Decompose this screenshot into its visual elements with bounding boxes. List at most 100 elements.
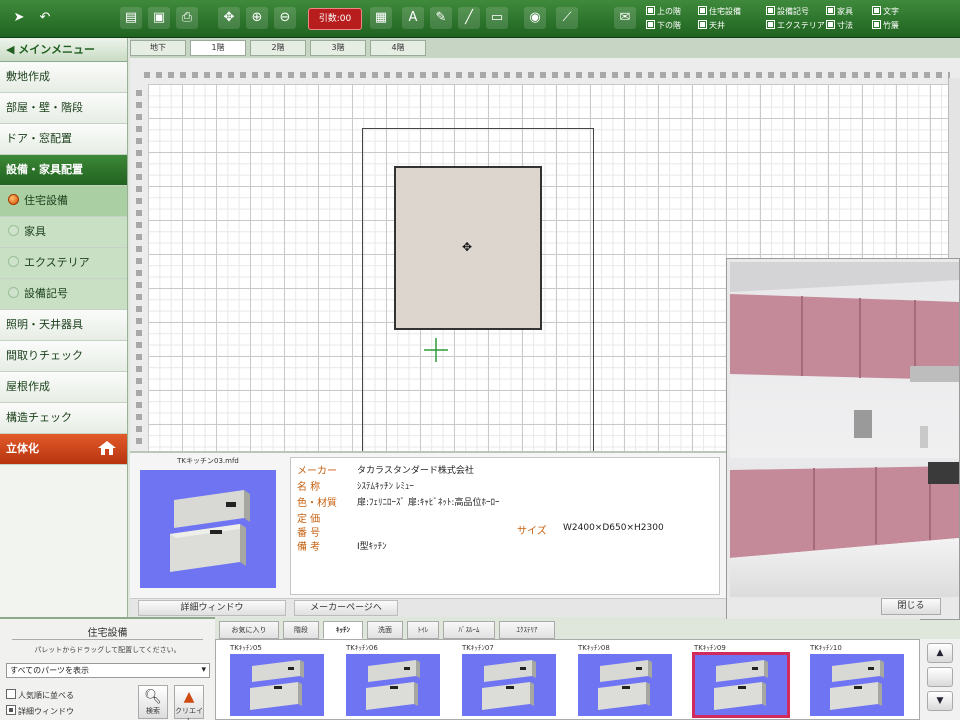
sidebar-item-label: ドア・窓配置 bbox=[6, 132, 72, 145]
tab-floor-2[interactable]: 2階 bbox=[250, 40, 306, 56]
create-label: クリエイト bbox=[175, 707, 203, 720]
part-label: TKｷｯﾁﾝ09 bbox=[694, 644, 726, 652]
part-item[interactable]: TKｷｯﾁﾝ07 bbox=[448, 642, 558, 720]
sidebar-item-label: 設備記号 bbox=[24, 287, 68, 300]
part-label: TKｷｯﾁﾝ07 bbox=[462, 644, 494, 652]
category-tabs: お気に入り 階段 ｷｯﾁﾝ 洗面 ﾄｲﾚ ﾊﾞｽﾙｰﾑ ｴｸｽﾃﾘｱ bbox=[215, 619, 920, 639]
tab-exterior[interactable]: ｴｸｽﾃﾘｱ bbox=[499, 621, 555, 639]
tab-floor-1[interactable]: 1階 bbox=[190, 40, 246, 56]
color-label: 色・材質 bbox=[297, 498, 337, 509]
line-icon[interactable]: ╱ bbox=[458, 7, 480, 29]
sidebar-item-exterior[interactable]: エクステリア bbox=[0, 248, 127, 279]
close-3d-button[interactable]: 閉じる bbox=[881, 598, 941, 615]
radio-off-icon bbox=[8, 287, 19, 298]
tab-toilet[interactable]: ﾄｲﾚ bbox=[407, 621, 439, 639]
sidebar-item-symbols[interactable]: 設備記号 bbox=[0, 279, 127, 310]
pointer-icon[interactable]: ➤ bbox=[8, 7, 30, 29]
compass-icon[interactable]: ◉ bbox=[524, 7, 546, 29]
sidebar-item-equipment[interactable]: 設備・家具配置 bbox=[0, 155, 127, 186]
sidebar-item-roof[interactable]: 屋根作成 bbox=[0, 372, 127, 403]
sidebar-item-label: 間取りチェック bbox=[6, 349, 83, 362]
remarks-value: I型ｷｯﾁﾝ bbox=[357, 542, 387, 552]
sidebar-item-furniture[interactable]: 家具 bbox=[0, 217, 127, 248]
checkbox-exterior[interactable]: エクステリア bbox=[766, 20, 825, 31]
sidebar-item-doors[interactable]: ドア・窓配置 bbox=[0, 124, 127, 155]
tab-stairs[interactable]: 階段 bbox=[283, 621, 319, 639]
part-image bbox=[462, 654, 556, 716]
checkbox-upper-floor[interactable]: 上の階 bbox=[646, 6, 681, 17]
size-value: W2400×D650×H2300 bbox=[563, 523, 664, 533]
popular-order-checkbox[interactable]: 人気順に並べる bbox=[6, 689, 74, 701]
part-image bbox=[346, 654, 440, 716]
sidebar-item-site[interactable]: 敷地作成 bbox=[0, 62, 127, 93]
red-toolbar-button[interactable]: 引数:00 bbox=[308, 8, 362, 30]
rotate-view-icon[interactable]: ✥ bbox=[218, 7, 240, 29]
text-icon[interactable]: A bbox=[402, 7, 424, 29]
sidebar-item-lighting[interactable]: 照明・天井器具 bbox=[0, 310, 127, 341]
layer-icon[interactable]: ▦ bbox=[370, 7, 392, 29]
tab-floor-3[interactable]: 3階 bbox=[310, 40, 366, 56]
detail-window-button[interactable]: 詳細ウィンドウ bbox=[138, 600, 286, 616]
search-button[interactable]: 🔍︎ 検索 bbox=[138, 685, 168, 719]
tab-floor-4[interactable]: 4階 bbox=[370, 40, 426, 56]
sidebar-item-structure-check[interactable]: 構造チェック bbox=[0, 403, 127, 434]
save-icon[interactable]: ▣ bbox=[148, 7, 170, 29]
zoom-out-icon[interactable]: ⊖ bbox=[274, 7, 296, 29]
name-label: 名 称 bbox=[297, 482, 321, 493]
checkbox-equipment-symbols[interactable]: 設備記号 bbox=[766, 6, 809, 17]
sidebar-item-label: 住宅設備 bbox=[24, 194, 68, 207]
checkbox-screen[interactable]: 竹簾 bbox=[872, 20, 899, 31]
checkbox-housing-equipment[interactable]: 住宅設備 bbox=[698, 6, 741, 17]
sidebar-item-label: 設備・家具配置 bbox=[6, 163, 83, 176]
type-label: 番 号 bbox=[297, 528, 321, 539]
part-label: TKｷｯﾁﾝ10 bbox=[810, 644, 842, 652]
part-image bbox=[578, 654, 672, 716]
part-item[interactable]: TKｷｯﾁﾝ08 bbox=[564, 642, 674, 720]
print-icon[interactable]: ⎙ bbox=[176, 7, 198, 29]
part-item-selected[interactable]: TKｷｯﾁﾝ09 bbox=[680, 642, 790, 720]
ruler-top bbox=[144, 72, 950, 78]
maker-page-button[interactable]: メーカーページへ bbox=[294, 600, 398, 616]
radio-off-icon bbox=[8, 225, 19, 236]
price-label: 定 価 bbox=[297, 514, 321, 525]
main-menu-sidebar: ◀ メインメニュー 敷地作成 部屋・壁・階段 ドア・窓配置 設備・家具配置 住宅… bbox=[0, 38, 128, 617]
search-icon: 🔍︎ bbox=[144, 689, 162, 705]
tab-basement[interactable]: 地下 bbox=[130, 40, 186, 56]
main-menu-label: メインメニュー bbox=[18, 43, 95, 56]
sidebar-item-label: 部屋・壁・階段 bbox=[6, 101, 83, 114]
tab-bathroom[interactable]: ﾊﾞｽﾙｰﾑ bbox=[443, 621, 495, 639]
tab-washroom[interactable]: 洗面 bbox=[367, 621, 403, 639]
checkbox-text[interactable]: 文字 bbox=[872, 6, 899, 17]
tab-favorites[interactable]: お気に入り bbox=[219, 621, 279, 639]
sidebar-item-label: 立体化 bbox=[6, 442, 39, 455]
sidebar-item-layout-check[interactable]: 間取りチェック bbox=[0, 341, 127, 372]
mail-icon[interactable]: ✉ bbox=[614, 7, 636, 29]
create-button[interactable]: ▲ クリエイト bbox=[174, 685, 204, 720]
scroll-up-button[interactable]: ▲ bbox=[927, 643, 953, 663]
open-folder-icon[interactable]: ▤ bbox=[120, 7, 142, 29]
detail-window-checkbox[interactable]: 詳細ウィンドウ bbox=[6, 705, 74, 717]
scroll-down-button[interactable]: ▼ bbox=[927, 691, 953, 711]
parts-filter-select[interactable]: すべてのパーツを表示 bbox=[6, 663, 210, 678]
part-image bbox=[230, 654, 324, 716]
info-panel-buttons: 詳細ウィンドウ メーカーページへ bbox=[130, 598, 726, 617]
undo-icon[interactable]: ↶ bbox=[34, 7, 56, 29]
checkbox-lower-floor[interactable]: 下の階 bbox=[646, 20, 681, 31]
part-item[interactable]: TKｷｯﾁﾝ06 bbox=[332, 642, 442, 720]
sidebar-item-rooms[interactable]: 部屋・壁・階段 bbox=[0, 93, 127, 124]
measure-icon[interactable]: ⟋ bbox=[556, 7, 578, 29]
checkbox-ceiling[interactable]: 天井 bbox=[698, 20, 725, 31]
sidebar-item-housing-equipment[interactable]: 住宅設備 bbox=[0, 186, 127, 217]
part-item[interactable]: TKｷｯﾁﾝ10 bbox=[796, 642, 906, 720]
palette-description: パレットからドラッグして配置してください。 bbox=[34, 646, 181, 654]
zoom-in-icon[interactable]: ⊕ bbox=[246, 7, 268, 29]
scroll-middle-button[interactable] bbox=[927, 667, 953, 687]
paint-icon[interactable]: ✎ bbox=[430, 7, 452, 29]
main-menu-header[interactable]: ◀ メインメニュー bbox=[0, 38, 127, 62]
sidebar-item-3d[interactable]: 立体化 bbox=[0, 434, 127, 465]
frame-icon[interactable]: ▭ bbox=[486, 7, 508, 29]
part-item[interactable]: TKｷｯﾁﾝ05 bbox=[216, 642, 326, 720]
checkbox-dimensions[interactable]: 寸法 bbox=[826, 20, 853, 31]
checkbox-furniture[interactable]: 家具 bbox=[826, 6, 853, 17]
tab-kitchen[interactable]: ｷｯﾁﾝ bbox=[323, 621, 363, 639]
